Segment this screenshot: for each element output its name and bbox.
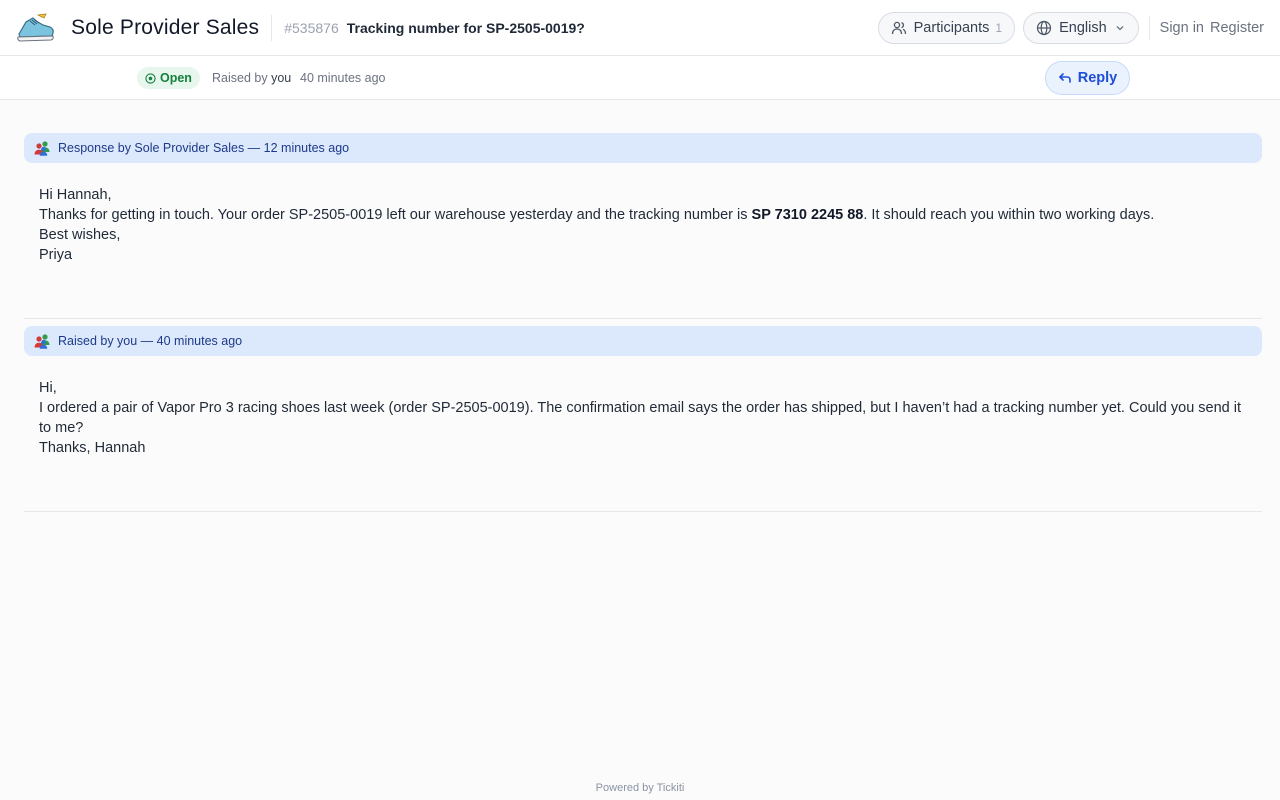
ticket-title: Tracking number for SP-2505-0019?	[346, 19, 585, 36]
message-header-text: Raised by you — 40 minutes ago	[58, 334, 243, 348]
message-line: Hi Hannah,	[39, 187, 112, 203]
message-body: Hi, I ordered a pair of Vapor Pro 3 raci…	[24, 356, 1262, 458]
people-icon	[34, 141, 50, 156]
reply-label: Reply	[1077, 70, 1118, 86]
raised-by-prefix: Raised by	[212, 71, 268, 85]
message-line: Thanks, Hannah	[39, 440, 146, 456]
sign-in-link[interactable]: Sign in	[1160, 20, 1204, 36]
divider	[271, 14, 273, 41]
message-text: Thanks for getting in touch. Your order …	[39, 207, 752, 223]
message-header: Response by Sole Provider Sales — 12 min…	[24, 133, 1262, 163]
participants-label: Participants	[913, 20, 990, 36]
shoe-logo-icon	[17, 13, 54, 42]
footer-brand-link[interactable]: Tickiti	[657, 782, 685, 794]
message-thread: Response by Sole Provider Sales — 12 min…	[24, 133, 1262, 512]
reply-arrow-icon	[1058, 73, 1071, 83]
divider	[1148, 16, 1150, 40]
reply-button[interactable]: Reply	[1045, 61, 1130, 95]
message-line: Hi,	[39, 380, 57, 396]
globe-icon	[1036, 20, 1052, 36]
raised-time: 40 minutes ago	[300, 71, 386, 85]
language-select[interactable]: English	[1023, 12, 1139, 44]
top-header: Sole Provider Sales #535876 Tracking num…	[0, 0, 1280, 56]
ticket-id: #535876	[284, 19, 339, 36]
raised-by: Raised by you	[212, 71, 291, 85]
language-label: English	[1059, 20, 1107, 36]
brand[interactable]: Sole Provider Sales	[16, 12, 259, 44]
tracking-number: SP 7310 2245 88	[751, 207, 864, 223]
participants-count: 1	[995, 21, 1003, 35]
status-open-icon	[145, 72, 156, 84]
ticket-status-bar: Open Raised by you 40 minutes ago Reply	[0, 56, 1280, 100]
message-line: Priya	[39, 247, 73, 263]
message-line: Best wishes,	[39, 227, 121, 243]
message-text: . It should reach you within two working…	[863, 207, 1155, 223]
users-icon	[891, 21, 906, 35]
message-header: Raised by you — 40 minutes ago	[24, 326, 1262, 356]
footer-prefix: Powered by	[595, 782, 654, 794]
message: Raised by you — 40 minutes ago Hi, I ord…	[24, 326, 1262, 512]
brand-name: Sole Provider Sales	[71, 15, 260, 39]
status-badge: Open	[137, 67, 200, 89]
people-icon	[34, 334, 50, 349]
message-header-text: Response by Sole Provider Sales — 12 min…	[58, 141, 350, 155]
raised-by-user: you	[271, 71, 292, 85]
status-label: Open	[160, 71, 192, 85]
message-line: I ordered a pair of Vapor Pro 3 racing s…	[39, 400, 1242, 436]
participants-button[interactable]: Participants 1	[877, 12, 1016, 44]
message: Response by Sole Provider Sales — 12 min…	[24, 133, 1262, 319]
message-body: Hi Hannah, Thanks for getting in touch. …	[24, 163, 1262, 265]
chevron-down-icon	[1116, 26, 1124, 31]
footer: Powered by Tickiti	[0, 782, 1280, 794]
message-line: Thanks for getting in touch. Your order …	[39, 205, 1247, 225]
header-actions: Participants 1 English Sign in Register	[877, 12, 1264, 44]
register-link[interactable]: Register	[1210, 20, 1264, 36]
